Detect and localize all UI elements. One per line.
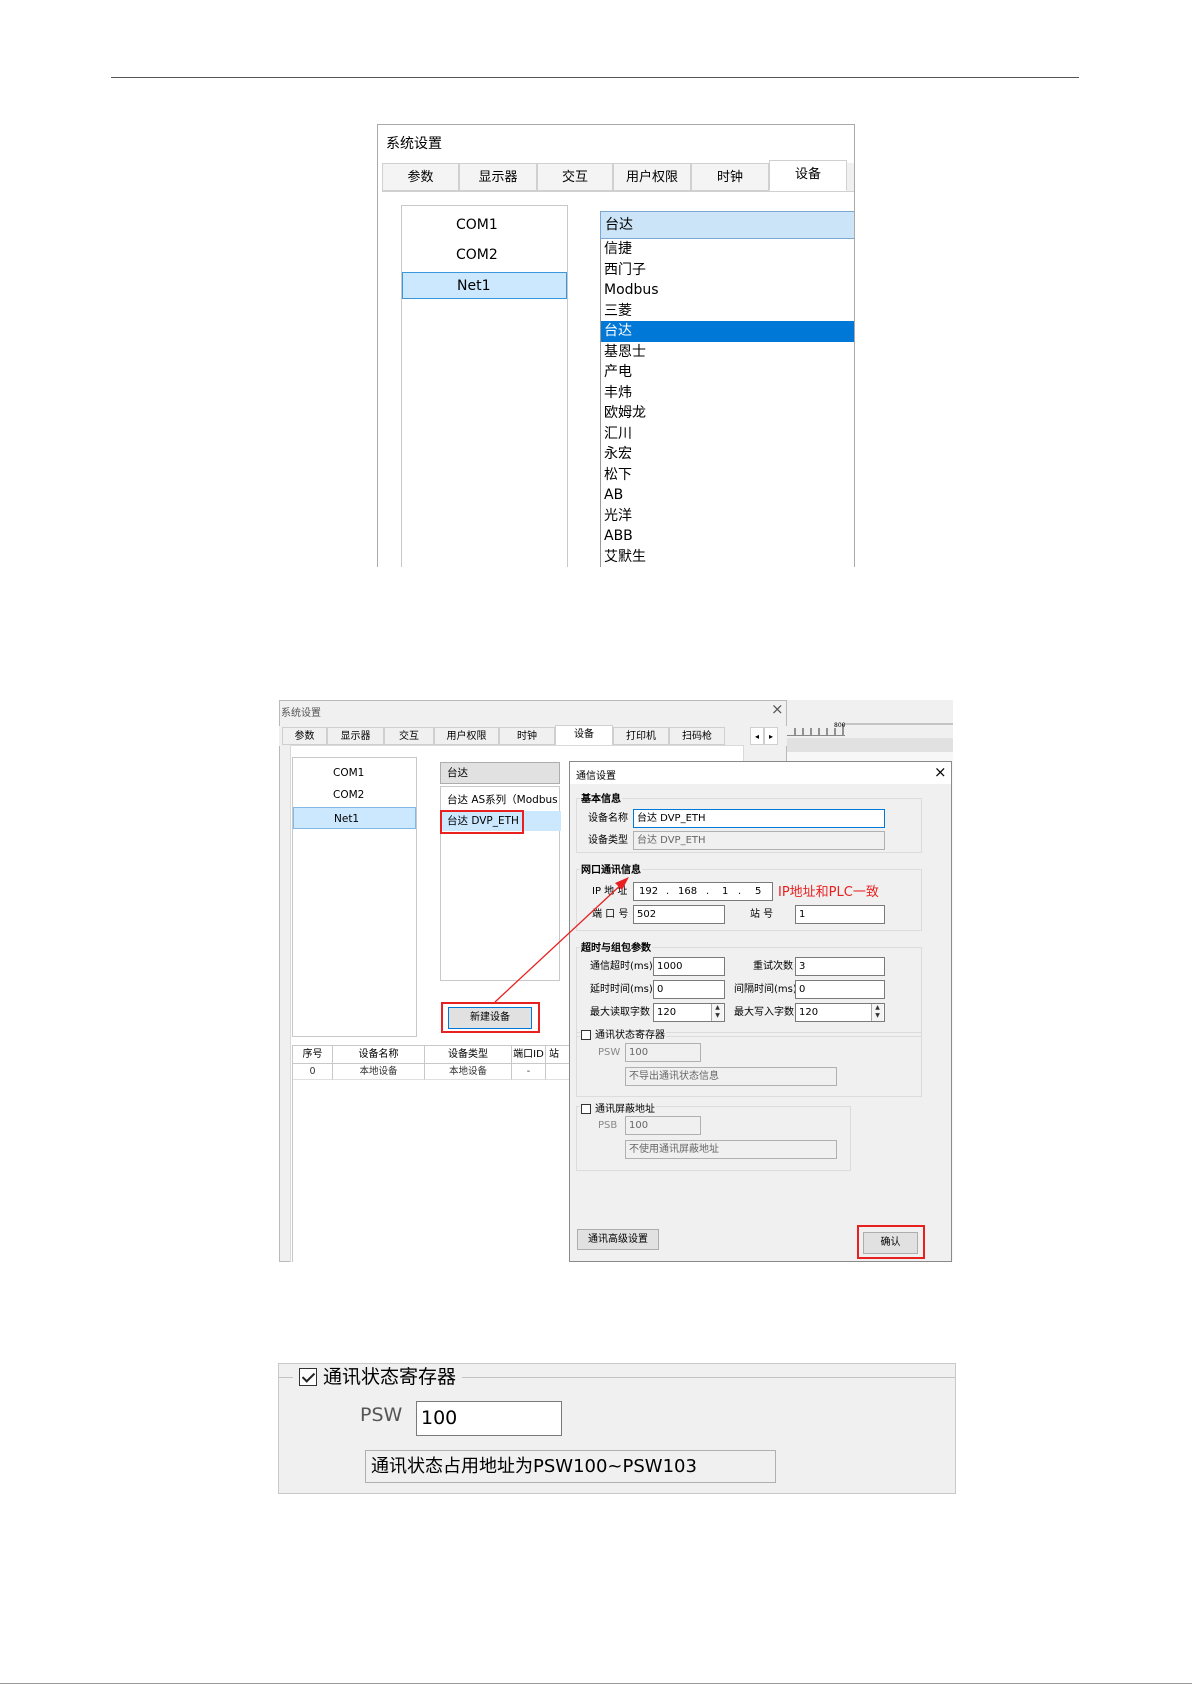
header-rule <box>111 77 1079 78</box>
brand-item[interactable]: 欧姆龙 <box>601 403 854 424</box>
window-title: 系统设置 <box>386 136 442 152</box>
brand-item[interactable]: 产电 <box>601 362 854 383</box>
brand-item[interactable]: 艾默生 <box>601 547 854 568</box>
tab-user-permissions[interactable]: 用户权限 <box>613 163 691 191</box>
psw-label: PSW <box>360 1404 403 1426</box>
footer-rule <box>0 1683 1192 1684</box>
system-settings-window-2: 800 系统设置 × 参数 显示器 交互 用户权限 时钟 设备 打印机 扫码枪 … <box>279 700 953 1262</box>
tab-interaction[interactable]: 交互 <box>537 163 613 191</box>
brand-item[interactable]: 信捷 <box>601 239 854 260</box>
port-item-com1[interactable]: COM1 <box>402 212 567 239</box>
tab-clock[interactable]: 时钟 <box>691 163 769 191</box>
status-register-zoom: 通讯状态寄存器 PSW 100 通讯状态占用地址为PSW100~PSW103 <box>278 1363 956 1494</box>
port-list: COM1 COM2 Net1 <box>401 205 568 567</box>
port-item-net1[interactable]: Net1 <box>402 272 567 299</box>
system-settings-window-1: 系统设置 参数 显示器 交互 用户权限 时钟 设备 COM1 COM2 Net1… <box>377 124 855 567</box>
brand-item[interactable]: 丰炜 <box>601 383 854 404</box>
brand-item[interactable]: 基恩士 <box>601 342 854 363</box>
annotation-arrow <box>494 877 629 1003</box>
checkbox-text: 通讯状态寄存器 <box>323 1366 457 1388</box>
tab-params[interactable]: 参数 <box>382 163 459 191</box>
brand-item[interactable]: AB <box>601 485 854 506</box>
brand-item[interactable]: 永宏 <box>601 444 854 465</box>
brand-item[interactable]: 西门子 <box>601 260 854 281</box>
tab-device[interactable]: 设备 <box>769 160 847 191</box>
brand-item[interactable]: Modbus <box>601 280 854 301</box>
status-register-info: 通讯状态占用地址为PSW100~PSW103 <box>365 1450 776 1483</box>
brand-list: 信捷 西门子 Modbus 三菱 台达 基恩士 产电 丰炜 欧姆龙 汇川 永宏 … <box>600 239 854 568</box>
brand-item[interactable]: 光洋 <box>601 506 854 527</box>
checkbox-checked-icon[interactable] <box>299 1368 317 1386</box>
tab-display[interactable]: 显示器 <box>459 163 537 191</box>
status-register-checkbox-label[interactable]: 通讯状态寄存器 <box>293 1364 463 1390</box>
psw-input[interactable]: 100 <box>416 1401 562 1436</box>
brand-item[interactable]: ABB <box>601 526 854 547</box>
brand-item[interactable]: 松下 <box>601 465 854 486</box>
brand-item-selected[interactable]: 台达 <box>601 321 854 342</box>
brand-item[interactable]: 汇川 <box>601 424 854 445</box>
port-item-com2[interactable]: COM2 <box>402 242 567 269</box>
brand-dropdown[interactable]: 台达 <box>600 211 854 239</box>
brand-item[interactable]: 三菱 <box>601 301 854 322</box>
